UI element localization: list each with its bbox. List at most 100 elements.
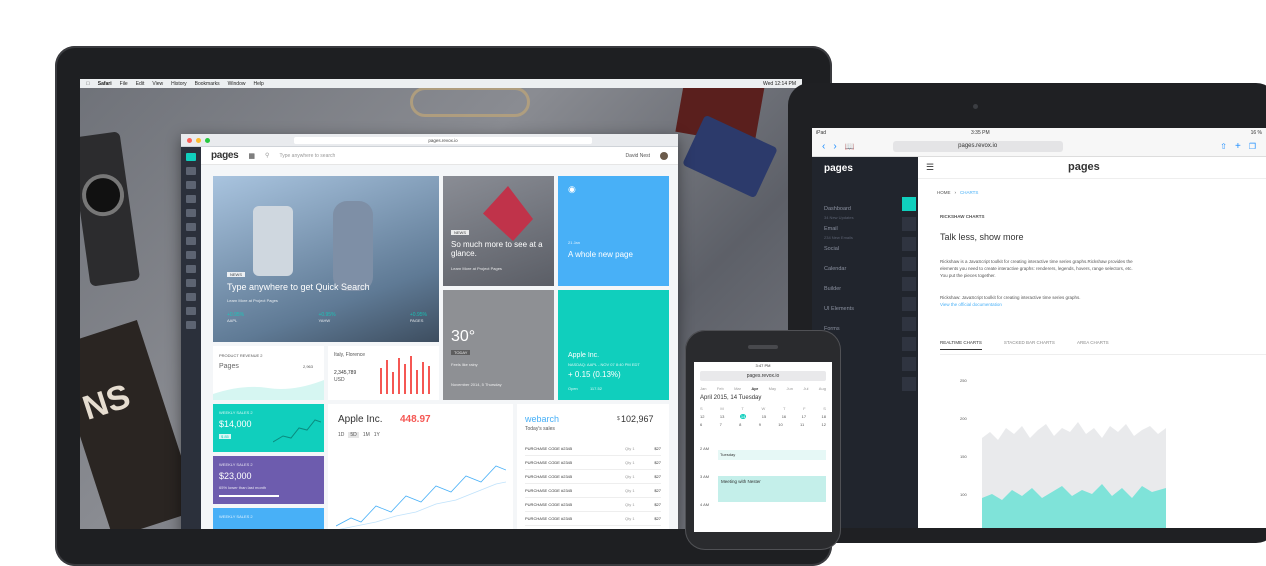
day-cell[interactable]: 6 — [700, 422, 702, 427]
hamburger-icon[interactable]: ☰ — [926, 162, 934, 173]
grid-icon[interactable]: ▦ — [248, 152, 255, 160]
menu-help[interactable]: Help — [253, 81, 263, 87]
italy-tile[interactable]: Italy, Florence 2,345,789 USD — [328, 346, 439, 400]
social-icon[interactable] — [186, 181, 196, 189]
month-item[interactable]: Jan — [700, 386, 706, 391]
ipad-sidebar-logo[interactable]: pages — [824, 163, 853, 174]
tab-stacked-bar-charts[interactable]: STACKED BAR CHARTS — [1004, 340, 1055, 350]
day-cell[interactable]: 14 — [739, 414, 747, 419]
share-icon[interactable]: ⇧ — [1220, 142, 1227, 151]
forward-icon[interactable]: › — [833, 141, 836, 152]
weather-tile[interactable]: 30° TODAY Feels like rainy November 2014… — [443, 290, 554, 400]
map-icon[interactable] — [186, 279, 196, 287]
iphone-url-bar[interactable]: pages.revox.io — [700, 371, 826, 381]
table-row[interactable]: PURCHASE CODE #2345 Qty 1 $27 — [525, 442, 661, 456]
month-item[interactable]: Aug — [819, 386, 826, 391]
ipad-menu-item[interactable]: Builder — [824, 277, 916, 297]
ipad-url-bar[interactable]: pages.revox.io — [892, 141, 1063, 152]
month-item[interactable]: Feb — [717, 386, 724, 391]
ipad-menu-item[interactable]: Social — [824, 237, 916, 257]
menu-history[interactable]: History — [171, 81, 187, 87]
day-cell[interactable]: 10 — [778, 422, 782, 427]
ui-icon[interactable] — [186, 223, 196, 231]
tab-1m[interactable]: 1M — [363, 432, 370, 438]
search-input[interactable]: Type anywhere to search — [279, 153, 615, 159]
menu-safari[interactable]: Safari — [98, 81, 112, 87]
revenue-tile[interactable]: PRODUCT REVENUE 2 Pages 2,963 — [213, 346, 324, 400]
tab-5d[interactable]: 5D — [348, 432, 359, 438]
menu-edit[interactable]: Edit — [136, 81, 145, 87]
table-row[interactable]: PURCHASE CODE #2345 Qty 1 $27 — [525, 498, 661, 512]
event-block[interactable]: Meeting with Nester — [718, 476, 826, 502]
webarch-tile[interactable]: webarch Today's sales $ 102,967 PURCHASE… — [517, 404, 669, 529]
user-name[interactable]: David Nest — [626, 153, 650, 159]
table-icon[interactable] — [186, 251, 196, 259]
menu-window[interactable]: Window — [228, 81, 246, 87]
day-cell[interactable]: 15 — [762, 414, 766, 419]
news-tile[interactable]: NEWS So much more to see at a glance. Le… — [443, 176, 554, 286]
day-cell[interactable]: 7 — [720, 422, 722, 427]
day-cell[interactable]: 16 — [782, 414, 786, 419]
ipad-menu-item[interactable]: Calendar — [824, 257, 916, 277]
forms-icon[interactable] — [186, 237, 196, 245]
table-row[interactable]: PURCHASE CODE #2345 Qty 1 $27 — [525, 484, 661, 498]
menu-file[interactable]: File — [120, 81, 128, 87]
weekly-sales-tile[interactable]: WEEKLY SALES 2 $14,000 $ 85 — [213, 404, 324, 452]
month-item[interactable]: Jul — [803, 386, 808, 391]
list-icon[interactable] — [186, 321, 196, 329]
table-row[interactable]: PURCHASE CODE #2345 Qty 1 $27 — [525, 470, 661, 484]
extra-icon[interactable] — [186, 307, 196, 315]
table-row[interactable]: PURCHASE CODE #2345 Qty 1 $27 — [525, 456, 661, 470]
minimize-dot[interactable] — [196, 137, 201, 143]
menu-view[interactable]: View — [152, 81, 163, 87]
ipad-menu-item[interactable]: Dashboard 34 New Updates — [824, 197, 916, 220]
browser-url-bar[interactable]: pages.revox.io — [294, 136, 592, 144]
month-item[interactable]: Mar — [734, 386, 741, 391]
breadcrumb-home[interactable]: HOME — [937, 190, 951, 195]
table-row[interactable]: PURCHASE CODE #2345 Qty 1 $27 — [525, 512, 661, 526]
event-block[interactable]: Tuesday — [718, 450, 826, 460]
month-item[interactable]: May — [769, 386, 777, 391]
day-cell[interactable]: 11 — [800, 422, 804, 427]
apple-icon[interactable]:  — [86, 81, 90, 87]
day-cell[interactable]: 12 — [700, 414, 704, 419]
close-dot[interactable] — [187, 137, 192, 143]
hero-tile[interactable]: NEWS Type anywhere to get Quick Search L… — [213, 176, 439, 342]
menu-bookmarks[interactable]: Bookmarks — [195, 81, 220, 87]
day-cell[interactable]: 8 — [739, 422, 741, 427]
documentation-link[interactable]: View the official documentation — [940, 302, 1002, 307]
day-cell[interactable]: 13 — [720, 414, 724, 419]
back-icon[interactable]: ‹ — [822, 141, 825, 152]
day-cell[interactable]: 12 — [822, 422, 826, 427]
maximize-dot[interactable] — [205, 137, 210, 143]
app-logo[interactable]: pages — [211, 150, 239, 161]
whole-page-tile[interactable]: ◉ 21 Jan A whole new page — [558, 176, 669, 286]
stock-tile[interactable]: Apple Inc. NASDAQ: AAPL - NOV 07 8:40 PM… — [558, 290, 669, 400]
day-cell[interactable]: 18 — [822, 414, 826, 419]
gallery-icon[interactable] — [186, 293, 196, 301]
tabs-icon[interactable]: ❐ — [1249, 142, 1256, 151]
chart-icon[interactable] — [186, 265, 196, 273]
tab-area-charts[interactable]: AREA CHARTS — [1077, 340, 1109, 350]
avatar[interactable] — [660, 151, 668, 160]
month-item[interactable]: Apr — [751, 386, 758, 391]
builder-icon[interactable] — [186, 209, 196, 217]
search-icon[interactable]: ⚲ — [265, 152, 269, 159]
ipad-menu-item[interactable]: UI Elements — [824, 297, 916, 317]
day-cell[interactable]: 17 — [802, 414, 806, 419]
tab-realtime-charts[interactable]: REALTIME CHARTS — [940, 340, 982, 350]
ipad-menu-item[interactable]: Email 234 New Emails — [824, 217, 916, 240]
home-icon[interactable] — [186, 153, 196, 161]
apple-chart-tile[interactable]: Apple Inc. 448.97 1D 5D 1M 1Y — [328, 404, 513, 529]
ipad-header-logo[interactable]: pages — [1068, 161, 1100, 173]
mail-icon[interactable] — [186, 167, 196, 175]
month-item[interactable]: Jun — [787, 386, 793, 391]
add-tab-icon[interactable]: + — [1235, 141, 1241, 152]
weekly-sales-tile-purple[interactable]: WEEKLY SALES 2 $23,000 65% lower than la… — [213, 456, 324, 504]
ipad-menu-item[interactable]: Forms — [824, 317, 916, 337]
bookmarks-icon[interactable]: 📖 — [845, 142, 855, 151]
calendar-icon[interactable] — [186, 195, 196, 203]
tab-1y[interactable]: 1Y — [374, 432, 380, 438]
tab-1d[interactable]: 1D — [338, 432, 344, 438]
day-cell[interactable]: 9 — [759, 422, 761, 427]
